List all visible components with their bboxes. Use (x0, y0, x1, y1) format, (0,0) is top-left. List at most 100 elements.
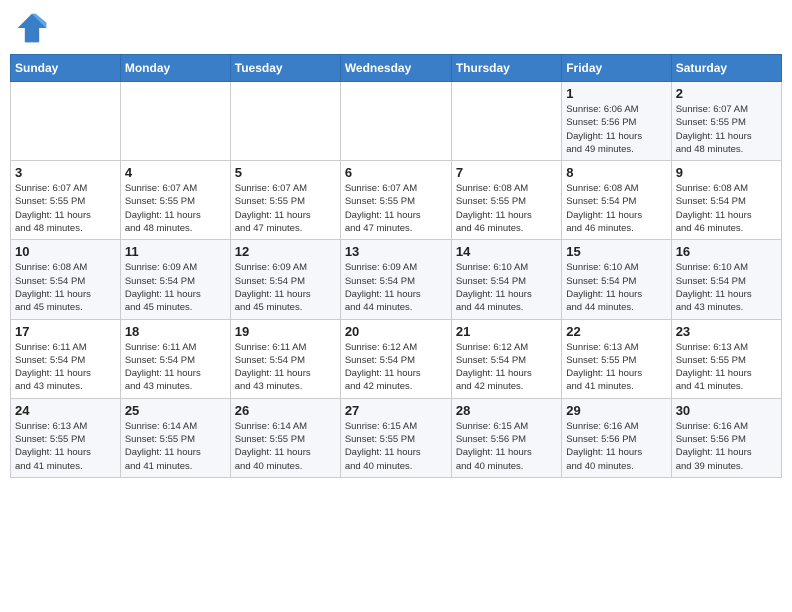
day-number: 24 (15, 403, 116, 418)
calendar-day-cell: 17 Sunrise: 6:11 AMSunset: 5:54 PMDayligh… (11, 319, 121, 398)
day-number: 7 (456, 165, 557, 180)
calendar-day-cell: 26 Sunrise: 6:14 AMSunset: 5:55 PMDayligh… (230, 398, 340, 477)
day-info: Sunrise: 6:11 AMSunset: 5:54 PMDaylight:… (125, 341, 226, 394)
calendar-day-cell: 29 Sunrise: 6:16 AMSunset: 5:56 PMDayligh… (562, 398, 671, 477)
calendar-table: SundayMondayTuesdayWednesdayThursdayFrid… (10, 54, 782, 478)
calendar-week-row: 17 Sunrise: 6:11 AMSunset: 5:54 PMDayligh… (11, 319, 782, 398)
logo (14, 10, 54, 46)
day-info: Sunrise: 6:16 AMSunset: 5:56 PMDaylight:… (566, 420, 666, 473)
day-info: Sunrise: 6:10 AMSunset: 5:54 PMDaylight:… (456, 261, 557, 314)
day-number: 29 (566, 403, 666, 418)
calendar-day-cell: 16Sunrise: 6:10 AMSunset: 5:54 PMDayligh… (671, 240, 781, 319)
calendar-day-cell: 10 Sunrise: 6:08 AMSunset: 5:54 PMDayligh… (11, 240, 121, 319)
weekday-header: Thursday (451, 55, 561, 82)
calendar-day-cell (340, 82, 451, 161)
day-info: Sunrise: 6:10 AMSunset: 5:54 PMDaylight:… (676, 261, 777, 314)
day-number: 22 (566, 324, 666, 339)
calendar-day-cell: 6 Sunrise: 6:07 AMSunset: 5:55 PMDaylight… (340, 161, 451, 240)
logo-icon (14, 10, 50, 46)
calendar-day-cell (120, 82, 230, 161)
day-number: 28 (456, 403, 557, 418)
weekday-header: Saturday (671, 55, 781, 82)
calendar-day-cell: 12Sunrise: 6:09 AMSunset: 5:54 PMDayligh… (230, 240, 340, 319)
day-info: Sunrise: 6:11 AMSunset: 5:54 PMDaylight:… (15, 341, 116, 394)
day-info: Sunrise: 6:14 AMSunset: 5:55 PMDaylight:… (235, 420, 336, 473)
calendar-day-cell: 13 Sunrise: 6:09 AMSunset: 5:54 PMDayligh… (340, 240, 451, 319)
day-info: Sunrise: 6:12 AMSunset: 5:54 PMDaylight:… (345, 341, 447, 394)
day-info: Sunrise: 6:08 AMSunset: 5:54 PMDaylight:… (15, 261, 116, 314)
day-number: 13 (345, 244, 447, 259)
day-info: Sunrise: 6:07 AMSunset: 5:55 PMDaylight:… (125, 182, 226, 235)
day-number: 5 (235, 165, 336, 180)
day-info: Sunrise: 6:08 AMSunset: 5:54 PMDaylight:… (566, 182, 666, 235)
day-info: Sunrise: 6:15 AMSunset: 5:55 PMDaylight:… (345, 420, 447, 473)
day-number: 14 (456, 244, 557, 259)
day-info: Sunrise: 6:09 AMSunset: 5:54 PMDaylight:… (235, 261, 336, 314)
day-info: Sunrise: 6:08 AMSunset: 5:55 PMDaylight:… (456, 182, 557, 235)
day-number: 6 (345, 165, 447, 180)
calendar-week-row: 24 Sunrise: 6:13 AMSunset: 5:55 PMDayligh… (11, 398, 782, 477)
calendar-week-row: 10 Sunrise: 6:08 AMSunset: 5:54 PMDayligh… (11, 240, 782, 319)
day-info: Sunrise: 6:08 AMSunset: 5:54 PMDaylight:… (676, 182, 777, 235)
calendar-day-cell: 8Sunrise: 6:08 AMSunset: 5:54 PMDaylight… (562, 161, 671, 240)
calendar-day-cell (451, 82, 561, 161)
calendar-day-cell: 25 Sunrise: 6:14 AMSunset: 5:55 PMDayligh… (120, 398, 230, 477)
weekday-header: Sunday (11, 55, 121, 82)
day-number: 11 (125, 244, 226, 259)
day-info: Sunrise: 6:12 AMSunset: 5:54 PMDaylight:… (456, 341, 557, 394)
day-number: 21 (456, 324, 557, 339)
day-number: 15 (566, 244, 666, 259)
calendar-day-cell: 5 Sunrise: 6:07 AMSunset: 5:55 PMDaylight… (230, 161, 340, 240)
day-info: Sunrise: 6:10 AMSunset: 5:54 PMDaylight:… (566, 261, 666, 314)
day-info: Sunrise: 6:09 AMSunset: 5:54 PMDaylight:… (345, 261, 447, 314)
day-info: Sunrise: 6:07 AMSunset: 5:55 PMDaylight:… (345, 182, 447, 235)
calendar-day-cell: 11 Sunrise: 6:09 AMSunset: 5:54 PMDayligh… (120, 240, 230, 319)
day-number: 26 (235, 403, 336, 418)
day-info: Sunrise: 6:15 AMSunset: 5:56 PMDaylight:… (456, 420, 557, 473)
weekday-header: Friday (562, 55, 671, 82)
day-number: 9 (676, 165, 777, 180)
day-number: 17 (15, 324, 116, 339)
day-number: 2 (676, 86, 777, 101)
calendar-day-cell: 21 Sunrise: 6:12 AMSunset: 5:54 PMDayligh… (451, 319, 561, 398)
day-info: Sunrise: 6:14 AMSunset: 5:55 PMDaylight:… (125, 420, 226, 473)
calendar-day-cell: 28 Sunrise: 6:15 AMSunset: 5:56 PMDayligh… (451, 398, 561, 477)
day-info: Sunrise: 6:13 AMSunset: 5:55 PMDaylight:… (676, 341, 777, 394)
calendar-day-cell: 18Sunrise: 6:11 AMSunset: 5:54 PMDayligh… (120, 319, 230, 398)
day-info: Sunrise: 6:09 AMSunset: 5:54 PMDaylight:… (125, 261, 226, 314)
day-info: Sunrise: 6:07 AMSunset: 5:55 PMDaylight:… (15, 182, 116, 235)
day-number: 19 (235, 324, 336, 339)
day-number: 23 (676, 324, 777, 339)
calendar-day-cell: 3 Sunrise: 6:07 AMSunset: 5:55 PMDaylight… (11, 161, 121, 240)
weekday-header: Monday (120, 55, 230, 82)
calendar-day-cell: 14 Sunrise: 6:10 AMSunset: 5:54 PMDayligh… (451, 240, 561, 319)
calendar-day-cell (11, 82, 121, 161)
calendar-week-row: 3 Sunrise: 6:07 AMSunset: 5:55 PMDaylight… (11, 161, 782, 240)
day-info: Sunrise: 6:07 AMSunset: 5:55 PMDaylight:… (676, 103, 777, 156)
day-number: 3 (15, 165, 116, 180)
calendar-day-cell: 7 Sunrise: 6:08 AMSunset: 5:55 PMDaylight… (451, 161, 561, 240)
day-info: Sunrise: 6:13 AMSunset: 5:55 PMDaylight:… (566, 341, 666, 394)
day-number: 25 (125, 403, 226, 418)
calendar-day-cell: 19 Sunrise: 6:11 AMSunset: 5:54 PMDayligh… (230, 319, 340, 398)
calendar-day-cell (230, 82, 340, 161)
calendar-day-cell: 30Sunrise: 6:16 AMSunset: 5:56 PMDayligh… (671, 398, 781, 477)
day-number: 4 (125, 165, 226, 180)
day-number: 30 (676, 403, 777, 418)
weekday-header: Wednesday (340, 55, 451, 82)
calendar-day-cell: 22 Sunrise: 6:13 AMSunset: 5:55 PMDayligh… (562, 319, 671, 398)
calendar-day-cell: 23 Sunrise: 6:13 AMSunset: 5:55 PMDayligh… (671, 319, 781, 398)
day-info: Sunrise: 6:07 AMSunset: 5:55 PMDaylight:… (235, 182, 336, 235)
calendar-day-cell: 27 Sunrise: 6:15 AMSunset: 5:55 PMDayligh… (340, 398, 451, 477)
weekday-header: Tuesday (230, 55, 340, 82)
day-number: 27 (345, 403, 447, 418)
page-header (10, 10, 782, 46)
calendar-day-cell: 1Sunrise: 6:06 AMSunset: 5:56 PMDaylight… (562, 82, 671, 161)
day-info: Sunrise: 6:13 AMSunset: 5:55 PMDaylight:… (15, 420, 116, 473)
calendar-week-row: 1Sunrise: 6:06 AMSunset: 5:56 PMDaylight… (11, 82, 782, 161)
calendar-day-cell: 15 Sunrise: 6:10 AMSunset: 5:54 PMDayligh… (562, 240, 671, 319)
day-number: 10 (15, 244, 116, 259)
day-info: Sunrise: 6:11 AMSunset: 5:54 PMDaylight:… (235, 341, 336, 394)
calendar-day-cell: 24 Sunrise: 6:13 AMSunset: 5:55 PMDayligh… (11, 398, 121, 477)
calendar-day-cell: 9 Sunrise: 6:08 AMSunset: 5:54 PMDaylight… (671, 161, 781, 240)
